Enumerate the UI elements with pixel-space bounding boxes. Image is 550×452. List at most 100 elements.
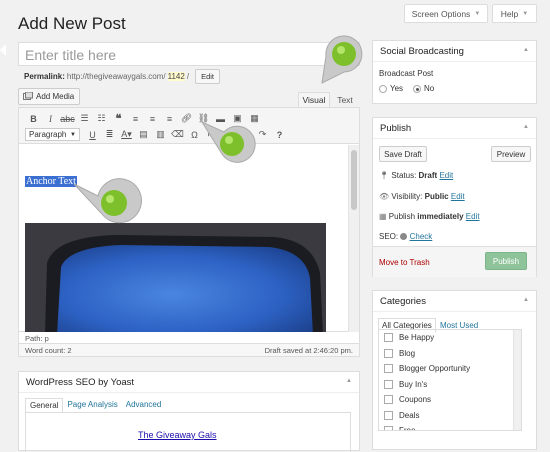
yoast-tab-page-analysis[interactable]: Page Analysis xyxy=(63,398,121,413)
underline-icon[interactable]: U xyxy=(84,130,101,140)
align-center-icon[interactable]: ≡ xyxy=(144,114,161,124)
publish-button[interactable]: Publish xyxy=(485,252,527,270)
numbered-list-icon[interactable]: ☷ xyxy=(93,113,110,124)
editor-scroll-thumb[interactable] xyxy=(351,150,357,210)
blockquote-icon[interactable]: ❝ xyxy=(110,112,127,125)
categories-box: Categories ▲ All Categories Most Used Be… xyxy=(372,290,537,450)
paste-word-icon[interactable]: ▥ xyxy=(152,129,169,140)
status-edit-link[interactable]: Edit xyxy=(439,171,453,180)
tab-visual-label: Visual xyxy=(302,95,326,105)
broadcast-yes[interactable]: Yes xyxy=(379,84,403,93)
seo-status-dot-icon xyxy=(400,233,408,241)
permalink-trail: / xyxy=(186,72,190,81)
seo-check-link[interactable]: Check xyxy=(410,232,433,241)
publish-title: Publish xyxy=(373,118,536,139)
schedule-edit-link[interactable]: Edit xyxy=(466,212,480,221)
schedule-value: immediately xyxy=(417,212,464,221)
format-select-value: Paragraph xyxy=(29,130,67,139)
anchor-text-selection[interactable]: Anchor Text xyxy=(25,176,77,187)
format-select[interactable]: Paragraph ▼ xyxy=(25,128,80,141)
permalink-label: Permalink: xyxy=(24,72,65,81)
help-button[interactable]: Help ▼ xyxy=(492,4,537,23)
airplane-window-photo[interactable] xyxy=(25,223,326,332)
word-count: Word count: 2 xyxy=(25,345,72,355)
publish-box: Publish ▲ Save Draft Preview 📍︎ Status: … xyxy=(372,117,537,277)
visibility-value: Public xyxy=(424,192,449,201)
collapse-icon[interactable]: ▲ xyxy=(523,124,529,130)
seo-row: SEO: Check xyxy=(379,232,432,241)
schedule-label: Publish xyxy=(388,212,416,221)
paste-text-icon[interactable]: ▤ xyxy=(135,129,152,140)
collapse-icon[interactable]: ▲ xyxy=(523,47,529,53)
map-pin-marker-link-button xyxy=(200,118,262,172)
justify-icon[interactable]: ≣ xyxy=(101,129,118,140)
collapse-icon[interactable]: ▲ xyxy=(346,378,352,384)
strikethrough-icon[interactable]: abc xyxy=(59,114,76,124)
tab-text[interactable]: Text xyxy=(332,92,358,107)
link-icon[interactable]: 🔗︎ xyxy=(178,113,195,124)
bullet-list-icon[interactable]: ☰ xyxy=(76,113,93,124)
editor-content[interactable]: Anchor Text xyxy=(19,145,349,332)
category-checkbox[interactable] xyxy=(384,348,393,358)
collapse-arrow-icon xyxy=(0,44,6,56)
bold-icon[interactable]: B xyxy=(25,114,42,124)
post-title-input[interactable]: Enter title here xyxy=(18,42,360,66)
category-checkbox[interactable] xyxy=(384,333,393,343)
social-broadcasting-box: Social Broadcasting ▲ Broadcast Post Yes… xyxy=(372,40,537,104)
snippet-title: The Giveaway Gals xyxy=(138,430,217,440)
category-label: Blog xyxy=(399,348,416,358)
eye-icon: 👁︎ xyxy=(379,192,390,201)
pin-icon: 📍︎ xyxy=(379,171,390,180)
help-icon[interactable]: ? xyxy=(271,130,288,140)
tab-text-label: Text xyxy=(337,94,353,105)
eraser-icon[interactable]: ⌫ xyxy=(169,129,186,140)
text-color-icon[interactable]: A▾ xyxy=(118,129,135,140)
radio-yes[interactable] xyxy=(379,84,387,93)
category-list: Be Happy Blog Blogger Opportunity Buy In's C… xyxy=(378,329,522,431)
category-items: Be Happy Blog Blogger Opportunity Buy In's C… xyxy=(379,330,521,430)
yoast-tab-general[interactable]: General xyxy=(25,398,64,413)
move-to-trash-link[interactable]: Move to Trash xyxy=(379,258,430,267)
yoast-title: WordPress SEO by Yoast xyxy=(19,372,359,393)
save-draft-button[interactable]: Save Draft xyxy=(379,146,427,162)
permalink-slug[interactable]: 1142 xyxy=(167,72,185,81)
schedule-row: ▦ Publish immediately Edit xyxy=(379,212,480,221)
category-checkbox[interactable] xyxy=(384,379,393,389)
italic-icon[interactable]: I xyxy=(42,114,59,124)
category-scrollbar[interactable] xyxy=(513,330,521,430)
tab-visual[interactable]: Visual xyxy=(298,92,330,107)
radio-no[interactable] xyxy=(413,84,421,93)
status-row: 📍︎ Status: Draft Edit xyxy=(379,171,453,180)
editor-toolbar: B I abc ☰ ☷ ❝ ≡ ≡ ≡ 🔗︎ ⛓︎ ▬ ▣ ▦ Paragrap… xyxy=(19,108,359,144)
preview-button[interactable]: Preview xyxy=(491,146,531,162)
broadcast-no[interactable]: No xyxy=(413,84,434,93)
visibility-edit-link[interactable]: Edit xyxy=(451,192,465,201)
category-label: Coupons xyxy=(399,395,432,405)
category-checkbox[interactable] xyxy=(384,395,393,405)
caret-down-icon: ▼ xyxy=(522,10,529,17)
permalink-base: http://thegiveawaygals.com/ xyxy=(66,72,166,81)
category-checkbox[interactable] xyxy=(384,410,393,420)
category-item[interactable]: Deals xyxy=(379,408,521,424)
category-item[interactable]: Buy In's xyxy=(379,377,521,393)
category-checkbox[interactable] xyxy=(384,364,393,374)
collapse-icon[interactable]: ▲ xyxy=(523,297,529,303)
category-item[interactable]: Be Happy xyxy=(379,330,521,346)
category-item[interactable]: Blogger Opportunity xyxy=(379,361,521,377)
status-value: Draft xyxy=(418,171,438,180)
editor-scrollbar[interactable] xyxy=(348,145,359,332)
category-item[interactable]: Coupons xyxy=(379,392,521,408)
category-item[interactable]: Free xyxy=(379,423,521,430)
category-item[interactable]: Blog xyxy=(379,346,521,362)
align-right-icon[interactable]: ≡ xyxy=(161,114,178,124)
draft-saved-text: Draft saved at 2:46:20 pm. xyxy=(264,345,353,355)
screen-options-button[interactable]: Screen Options ▼ xyxy=(404,4,488,23)
align-left-icon[interactable]: ≡ xyxy=(127,114,144,124)
add-media-label: Add Media xyxy=(36,92,75,101)
editor-path: Path: p xyxy=(18,332,360,344)
permalink-edit-button[interactable]: Edit xyxy=(195,69,220,84)
add-media-button[interactable]: Add Media xyxy=(18,88,80,105)
caret-down-icon: ▼ xyxy=(474,10,481,17)
category-checkbox[interactable] xyxy=(384,426,393,430)
yoast-tab-advanced[interactable]: Advanced xyxy=(122,398,166,413)
